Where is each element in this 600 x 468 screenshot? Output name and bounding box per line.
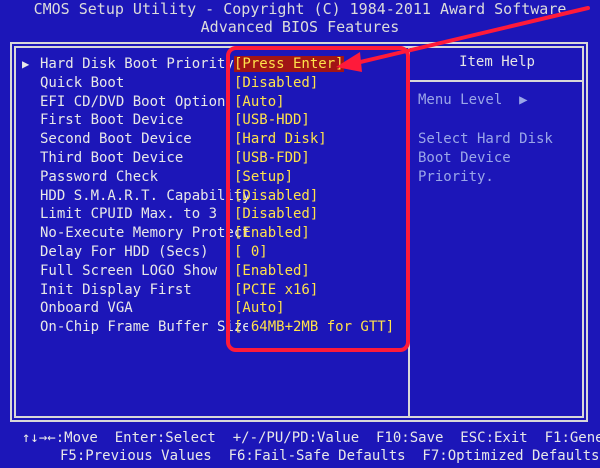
setting-label: Delay For HDD (Secs) (40, 243, 209, 260)
setting-label: No-Execute Memory Protect (40, 225, 248, 242)
setting-label: EFI CD/DVD Boot Option (40, 93, 226, 110)
setting-label: Limit CPUID Max. to 3 (40, 206, 218, 223)
app-title: CMOS Setup Utility - Copyright (C) 1984-… (33, 0, 567, 18)
footer-line-1: ↑↓→←:Move Enter:Select +/-/PU/PD:Value F… (22, 430, 600, 446)
setting-label: Init Display First (40, 281, 192, 298)
item-help-title: Item Help (459, 54, 535, 70)
footer-line-2: F5:Previous Values F6:Fail-Safe Defaults… (60, 448, 600, 464)
setting-label: Onboard VGA (40, 300, 133, 317)
setting-label: On-Chip Frame Buffer Size (40, 319, 248, 336)
setting-label: Quick Boot (40, 74, 125, 91)
setting-label: Full Screen LOGO Show (40, 262, 218, 279)
help-description: Select Hard Disk Boot Device Priority. (418, 131, 553, 185)
setting-label: First Boot Device (40, 112, 184, 129)
setting-label: Password Check (40, 168, 159, 185)
menu-level-indicator: Menu Level ▶ (418, 92, 528, 108)
header: CMOS Setup Utility - Copyright (C) 1984-… (0, 0, 600, 40)
setting-label: HDD S.M.A.R.T. Capability (40, 187, 248, 204)
setting-label: Third Boot Device (40, 149, 184, 166)
page-title: Advanced BIOS Features (200, 18, 400, 36)
annotation-highlight-box (226, 46, 410, 352)
submenu-arrow-icon: ▶ (22, 57, 30, 71)
help-title-divider (410, 80, 584, 82)
setting-label: Hard Disk Boot Priority (40, 56, 234, 72)
setting-label: Second Boot Device (40, 131, 192, 148)
key-help-bar: ↑↓→←:Move Enter:Select +/-/PU/PD:Value F… (0, 424, 600, 468)
bios-screen: CMOS Setup Utility - Copyright (C) 1984-… (0, 0, 600, 468)
